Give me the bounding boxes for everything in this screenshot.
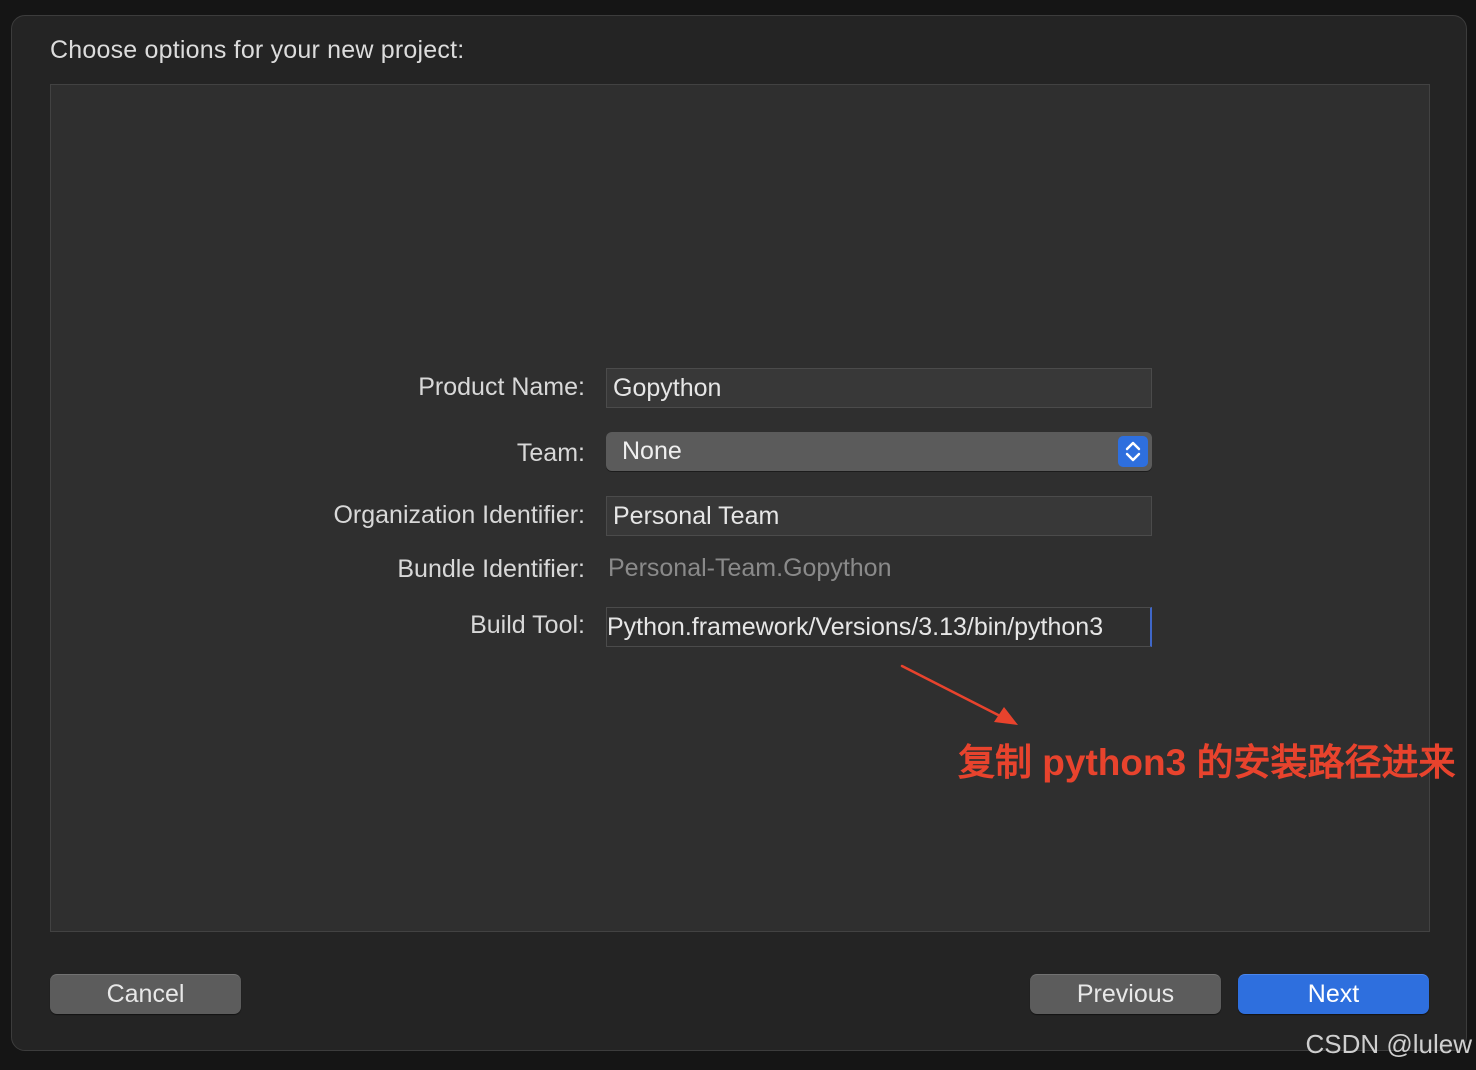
team-popup[interactable]: None: [606, 432, 1152, 471]
chevron-up-down-icon[interactable]: [1118, 436, 1148, 467]
build-tool-label: Build Tool:: [470, 611, 585, 639]
next-button[interactable]: Next: [1238, 974, 1429, 1014]
organization-identifier-field[interactable]: Personal Team: [606, 496, 1152, 536]
product-name-label: Product Name:: [418, 373, 585, 401]
watermark: CSDN @lulew: [1305, 1029, 1472, 1059]
cancel-button[interactable]: Cancel: [50, 974, 241, 1014]
product-name-field[interactable]: Gopython: [606, 368, 1152, 408]
previous-button[interactable]: Previous: [1030, 974, 1221, 1014]
team-label: Team:: [516, 439, 585, 467]
annotation-text: 复制 python3 的安装路径进来: [958, 742, 1456, 783]
dialog-title: Choose options for your new project:: [50, 36, 465, 64]
build-tool-field[interactable]: Python.framework/Versions/3.13/bin/pytho…: [606, 607, 1152, 647]
arrow-icon: [900, 664, 1018, 725]
bundle-identifier-value: Personal-Team.Gopython: [608, 554, 892, 582]
bundle-identifier-label: Bundle Identifier:: [397, 555, 585, 583]
organization-identifier-label: Organization Identifier:: [333, 501, 585, 529]
team-popup-value: None: [622, 437, 682, 465]
